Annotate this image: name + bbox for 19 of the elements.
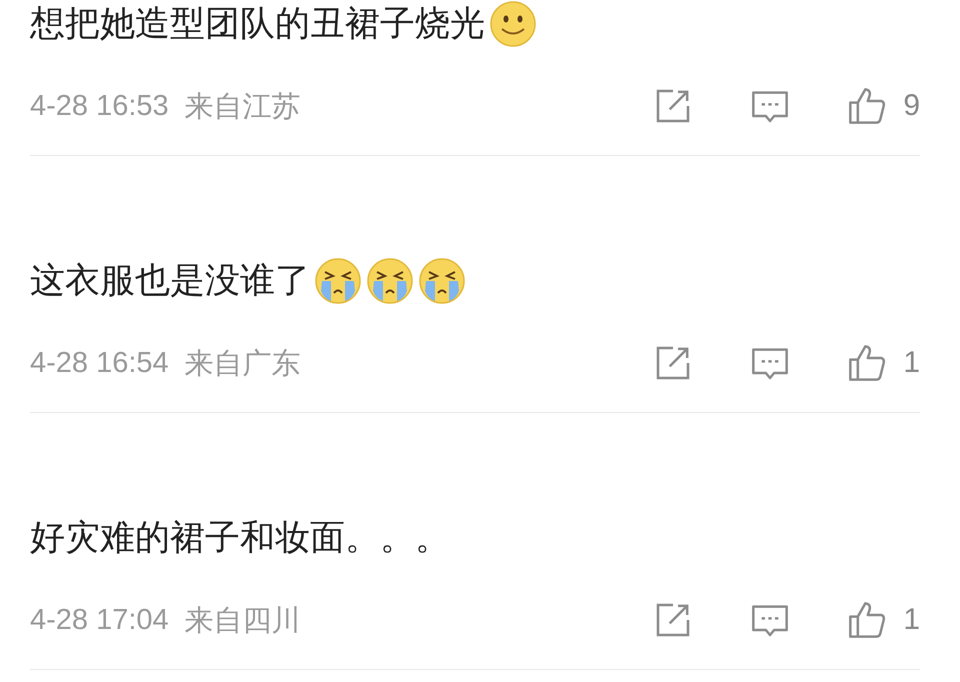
comment-text: 这衣服也是没谁了 xyxy=(30,260,310,303)
comment-location: 来自广东 xyxy=(184,345,301,382)
thumbs-up-icon[interactable] xyxy=(846,600,888,640)
comment-text: 好灾难的裙子和妆面。。。 xyxy=(30,517,450,560)
thumbs-up-icon[interactable] xyxy=(846,343,888,383)
comment-time: 4-28 17:04 xyxy=(30,603,169,638)
crying-emoji-icon xyxy=(366,257,414,305)
like-count: 1 xyxy=(902,602,920,638)
comment-time: 4-28 16:54 xyxy=(30,346,169,381)
crying-emoji-icon xyxy=(314,257,362,305)
comment-location: 来自四川 xyxy=(184,602,301,639)
comment-location: 来自江苏 xyxy=(184,88,301,125)
smile-emoji-icon xyxy=(489,0,537,48)
thumbs-up-icon[interactable] xyxy=(846,86,888,126)
comment-time: 4-28 16:53 xyxy=(30,89,169,124)
like-count: 1 xyxy=(902,345,920,381)
crying-emoji-icon xyxy=(418,257,466,305)
like-count: 9 xyxy=(902,88,920,124)
comment-text: 想把她造型团队的丑裙子烧光 xyxy=(30,3,485,46)
